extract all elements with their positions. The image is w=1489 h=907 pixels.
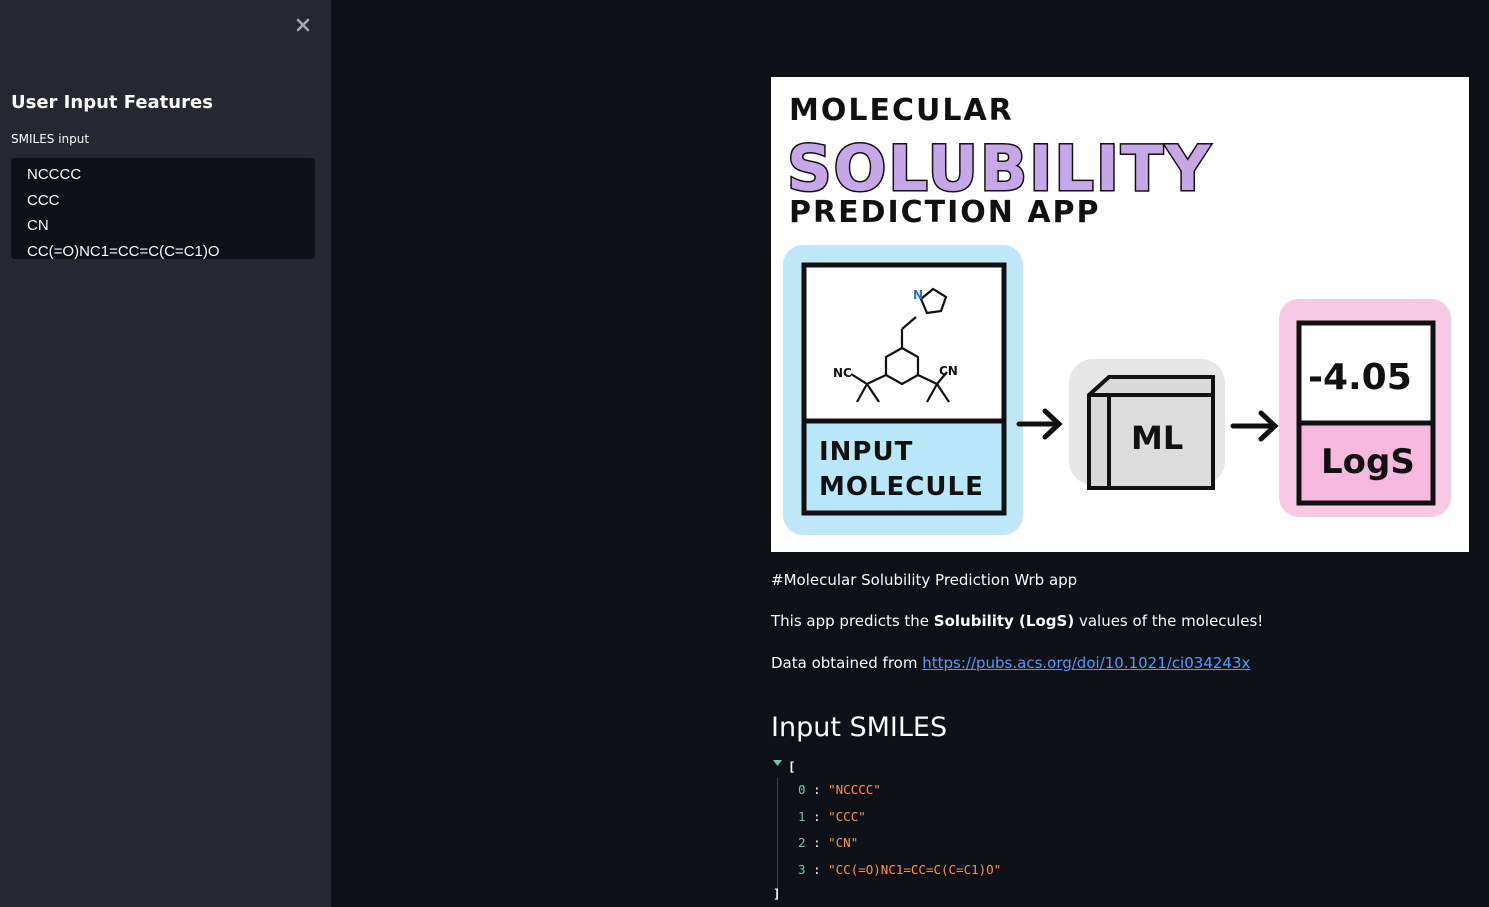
app-heading-text: #Molecular Solubility Prediction Wrb app xyxy=(771,571,1078,589)
atom-label: CN xyxy=(939,364,958,378)
data-source-link[interactable]: https://pubs.acs.org/doi/10.1021/ci03424… xyxy=(922,654,1250,672)
smiles-input-label: SMILES input xyxy=(11,132,90,146)
description-bold: Solubility (LogS) xyxy=(933,612,1075,630)
hero-output-value: -4.05 xyxy=(1308,357,1412,398)
hero-ml-label: ML xyxy=(1131,419,1183,457)
smiles-line: CC(=O)NC1=CC=C(C=C1)O xyxy=(27,243,220,259)
hero-output-label: LogS xyxy=(1321,442,1415,482)
json-item: 0 : "NCCCC" xyxy=(798,782,881,797)
json-colon: : xyxy=(813,809,821,824)
data-source-prefix: Data obtained from xyxy=(771,654,923,672)
json-value: "CC(=O)NC1=CC=C(C=C1)O" xyxy=(828,862,1002,877)
hero-image: MOLECULAR SOLUBILITY PREDICTION APP INPU… xyxy=(771,77,1469,552)
json-open-bracket: [ xyxy=(788,759,796,774)
app-description: This app predicts the Solubility (LogS) … xyxy=(771,612,1263,630)
atom-label: N xyxy=(913,288,923,302)
hero-title-bottom: PREDICTION APP xyxy=(789,195,1101,230)
atom-label: NC xyxy=(833,366,852,380)
description-prefix: This app predicts the xyxy=(771,612,934,630)
description-suffix: values of the molecules! xyxy=(1074,612,1264,630)
json-index: 2 xyxy=(798,835,806,850)
json-item: 1 : "CCC" xyxy=(798,809,866,824)
json-item: 2 : "CN" xyxy=(798,835,858,850)
json-value: "NCCCC" xyxy=(828,782,881,797)
json-value: "CN" xyxy=(828,835,859,850)
json-indent-rail xyxy=(777,778,778,892)
json-item: 3 : "CC(=O)NC1=CC=C(C=C1)O" xyxy=(798,862,1001,877)
json-close-bracket: ] xyxy=(773,886,781,901)
hero-input-label-2: MOLECULE xyxy=(819,472,984,502)
json-index: 0 xyxy=(798,782,806,797)
sidebar-title: User Input Features xyxy=(11,92,213,113)
hero-input-label-1: INPUT xyxy=(819,437,913,467)
json-colon: : xyxy=(813,862,821,877)
hero-title-top: MOLECULAR xyxy=(789,93,1014,128)
close-icon xyxy=(296,18,310,32)
section-title: Input SMILES xyxy=(771,712,948,743)
json-value: "CCC" xyxy=(828,809,866,824)
json-index: 3 xyxy=(798,862,806,877)
sidebar: User Input Features SMILES input NCCCC C… xyxy=(0,0,331,907)
close-sidebar-button[interactable] xyxy=(292,14,314,36)
json-colon: : xyxy=(813,782,821,797)
json-index: 1 xyxy=(798,809,806,824)
hero-illustration: MOLECULAR SOLUBILITY PREDICTION APP INPU… xyxy=(783,93,1451,535)
data-source: Data obtained from https://pubs.acs.org/… xyxy=(771,654,1250,672)
smiles-line: CN xyxy=(27,217,49,235)
collapse-triangle-icon[interactable] xyxy=(773,760,782,768)
smiles-line: NCCCC xyxy=(27,166,82,183)
json-colon: : xyxy=(813,835,821,850)
smiles-textarea[interactable]: NCCCC CCC CN CC(=O)NC1=CC=C(C=C1)O xyxy=(11,158,315,259)
smiles-line: CCC xyxy=(27,191,60,209)
